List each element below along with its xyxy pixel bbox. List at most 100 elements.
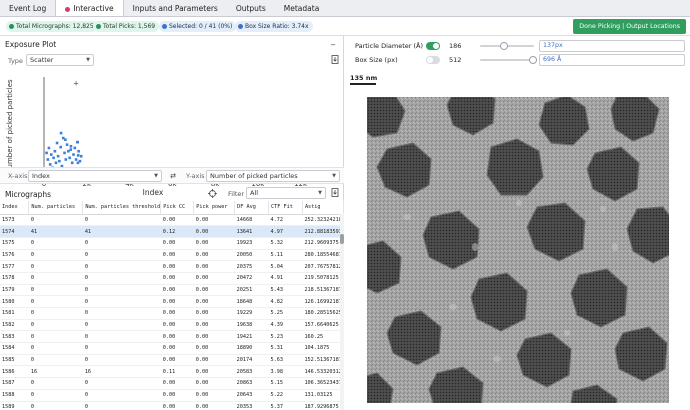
particle-diameter-toggle[interactable] bbox=[426, 42, 440, 50]
table-row[interactable]: 1578 0 0 0.00 0.00 20472 4.91 219.5078125 bbox=[0, 272, 344, 285]
particle-diameter-px[interactable]: 137px bbox=[539, 40, 685, 52]
column-header[interactable]: Pick power bbox=[193, 201, 236, 215]
slider-knob[interactable] bbox=[528, 56, 537, 64]
table-cell: 0.00 bbox=[193, 237, 235, 250]
column-header[interactable]: Pick CC bbox=[160, 201, 195, 215]
table-row[interactable]: 1585 0 0 0.00 0.00 20174 5.63 152.51367187 bbox=[0, 354, 344, 367]
table-cell: 219.5078125 bbox=[302, 272, 344, 285]
table-row[interactable]: 1573 0 0 0.00 0.00 14668 4.72 252.32324218 bbox=[0, 214, 344, 227]
particle-diameter-slider[interactable] bbox=[480, 42, 534, 50]
table-cell: 0.00 bbox=[193, 295, 235, 308]
data-point bbox=[76, 161, 80, 165]
table-cell: 5.25 bbox=[268, 307, 303, 320]
table-cell: 4.72 bbox=[268, 214, 303, 227]
column-header[interactable]: CTF Fit bbox=[268, 201, 303, 215]
table-cell: 0 bbox=[28, 284, 83, 297]
plot-type-select[interactable]: Scatter ▼ bbox=[26, 54, 94, 66]
table-row[interactable]: 1579 0 0 0.00 0.00 20251 5.43 218.51367187 bbox=[0, 284, 344, 297]
table-cell: 5.32 bbox=[268, 237, 303, 250]
data-point bbox=[70, 161, 74, 165]
table-cell: 1575 bbox=[0, 237, 29, 250]
table-row[interactable]: 1577 0 0 0.00 0.00 20375 5.04 207.76757812 bbox=[0, 260, 344, 273]
box-size-ratio-badge: Box Size Ratio: 3.74x bbox=[235, 21, 313, 32]
data-point bbox=[48, 163, 52, 166]
table-cell: 212.9609375 bbox=[302, 237, 344, 250]
box-size-slider[interactable] bbox=[480, 56, 537, 64]
tab-label: Interactive bbox=[73, 4, 114, 13]
filter-select[interactable]: All ▼ bbox=[246, 187, 326, 199]
x-axis-select[interactable]: Index ▼ bbox=[28, 170, 162, 182]
column-header[interactable]: Index bbox=[0, 201, 30, 215]
table-cell: 20050 bbox=[234, 249, 269, 262]
column-header[interactable]: Num. particles threshold bbox=[82, 201, 162, 215]
data-point bbox=[74, 158, 78, 161]
table-cell: 1583 bbox=[0, 330, 29, 344]
table-cell: 4.39 bbox=[268, 319, 303, 332]
tab-outputs[interactable]: Outputs bbox=[227, 0, 275, 16]
locate-icon[interactable] bbox=[207, 189, 217, 199]
box-size-angstrom[interactable]: 696 Å bbox=[539, 54, 685, 66]
table-cell: 0.00 bbox=[193, 249, 235, 262]
download-icon[interactable] bbox=[330, 55, 340, 65]
collapse-icon[interactable]: − bbox=[328, 40, 338, 50]
table-cell: 3.98 bbox=[268, 365, 303, 379]
table-cell: 0 bbox=[82, 284, 161, 297]
table-cell: 0 bbox=[28, 260, 83, 273]
table-cell: 0 bbox=[28, 295, 83, 308]
table-cell: 126.16992187 bbox=[302, 295, 344, 308]
data-point bbox=[47, 146, 51, 150]
table-scrollbar-thumb[interactable] bbox=[340, 234, 344, 244]
table-cell: 0 bbox=[82, 272, 161, 285]
tab-event-log[interactable]: Event Log bbox=[0, 0, 55, 16]
particle-diameter-row: Particle Diameter (Å) 186 137px bbox=[345, 40, 690, 52]
table-cell: 180.28515625 bbox=[302, 307, 344, 320]
box-size-label: Box Size (px) bbox=[355, 56, 398, 64]
x-axis-title: Index bbox=[143, 188, 164, 197]
table-cell: 20472 bbox=[234, 272, 269, 285]
table-cell: 0 bbox=[82, 307, 161, 320]
table-cell: 207.76757812 bbox=[302, 260, 344, 273]
tab-inputs-and-parameters[interactable]: Inputs and Parameters bbox=[124, 0, 227, 16]
table-cell: 5.31 bbox=[268, 342, 303, 355]
tab-interactive[interactable]: Interactive bbox=[55, 0, 124, 16]
table-cell: 0.00 bbox=[160, 377, 194, 390]
tab-metadata[interactable]: Metadata bbox=[275, 0, 329, 16]
table-cell: 0 bbox=[82, 237, 161, 250]
data-point bbox=[46, 158, 50, 161]
slider-knob[interactable] bbox=[500, 42, 509, 50]
data-point bbox=[76, 154, 80, 157]
column-header[interactable]: Astig bbox=[302, 201, 344, 215]
data-point bbox=[55, 141, 59, 145]
data-point bbox=[64, 158, 68, 161]
table-cell: 0.00 bbox=[160, 342, 194, 355]
table-row[interactable]: 1574 41 41 0.12 0.00 13641 4.97 212.88183593 bbox=[0, 225, 344, 238]
table-row[interactable]: 1587 0 0 0.00 0.00 20863 5.15 106.36523437 bbox=[0, 377, 344, 390]
data-point bbox=[58, 159, 61, 163]
table-row[interactable]: 1583 0 0 0.00 0.00 19421 5.23 160.25 bbox=[0, 330, 344, 344]
table-cell: 0 bbox=[28, 319, 83, 332]
table-row[interactable]: 1581 0 0 0.00 0.00 19229 5.25 180.28515625 bbox=[0, 307, 344, 320]
table-row[interactable]: 1584 0 0 0.00 0.00 18890 5.31 104.1875 bbox=[0, 342, 344, 355]
table-cell: 0.00 bbox=[193, 342, 235, 355]
selected-badge: Selected: 0 / 41 (0%) bbox=[159, 21, 237, 32]
swap-axes-icon[interactable]: ⇄ bbox=[168, 171, 178, 181]
done-picking-button[interactable]: Done Picking | Output Locations bbox=[573, 19, 686, 34]
table-cell: 0.00 bbox=[160, 389, 194, 402]
box-size-toggle[interactable] bbox=[426, 56, 440, 64]
table-cell: 104.1875 bbox=[302, 342, 344, 355]
y-axis-label: Y-axis bbox=[186, 172, 205, 180]
table-row[interactable]: 1588 0 0 0.00 0.00 20643 5.22 131.03125 bbox=[0, 389, 344, 402]
micrograph-image[interactable] bbox=[367, 97, 669, 403]
table-row[interactable]: 1582 0 0 0.00 0.00 19638 4.39 157.6640625 bbox=[0, 319, 344, 332]
y-axis-select[interactable]: Number of picked particles ▼ bbox=[206, 170, 340, 182]
table-row[interactable]: 1576 0 0 0.00 0.00 20050 5.11 280.18554687 bbox=[0, 249, 344, 262]
table-row[interactable]: 1575 0 0 0.00 0.00 19923 5.32 212.9609375 bbox=[0, 237, 344, 250]
table-row[interactable]: 1589 0 0 0.00 0.00 20353 5.37 187.9296875 bbox=[0, 401, 344, 410]
data-point bbox=[73, 146, 77, 150]
column-header[interactable]: Num. particles bbox=[28, 201, 84, 215]
download-icon[interactable] bbox=[330, 188, 340, 198]
table-cell: 19923 bbox=[234, 237, 269, 250]
column-header[interactable]: DF Avg bbox=[234, 201, 270, 215]
table-row[interactable]: 1580 0 0 0.00 0.00 18648 4.82 126.16992187 bbox=[0, 295, 344, 308]
table-row[interactable]: 1586 16 16 0.11 0.00 20583 3.98 146.53320312 bbox=[0, 365, 344, 379]
